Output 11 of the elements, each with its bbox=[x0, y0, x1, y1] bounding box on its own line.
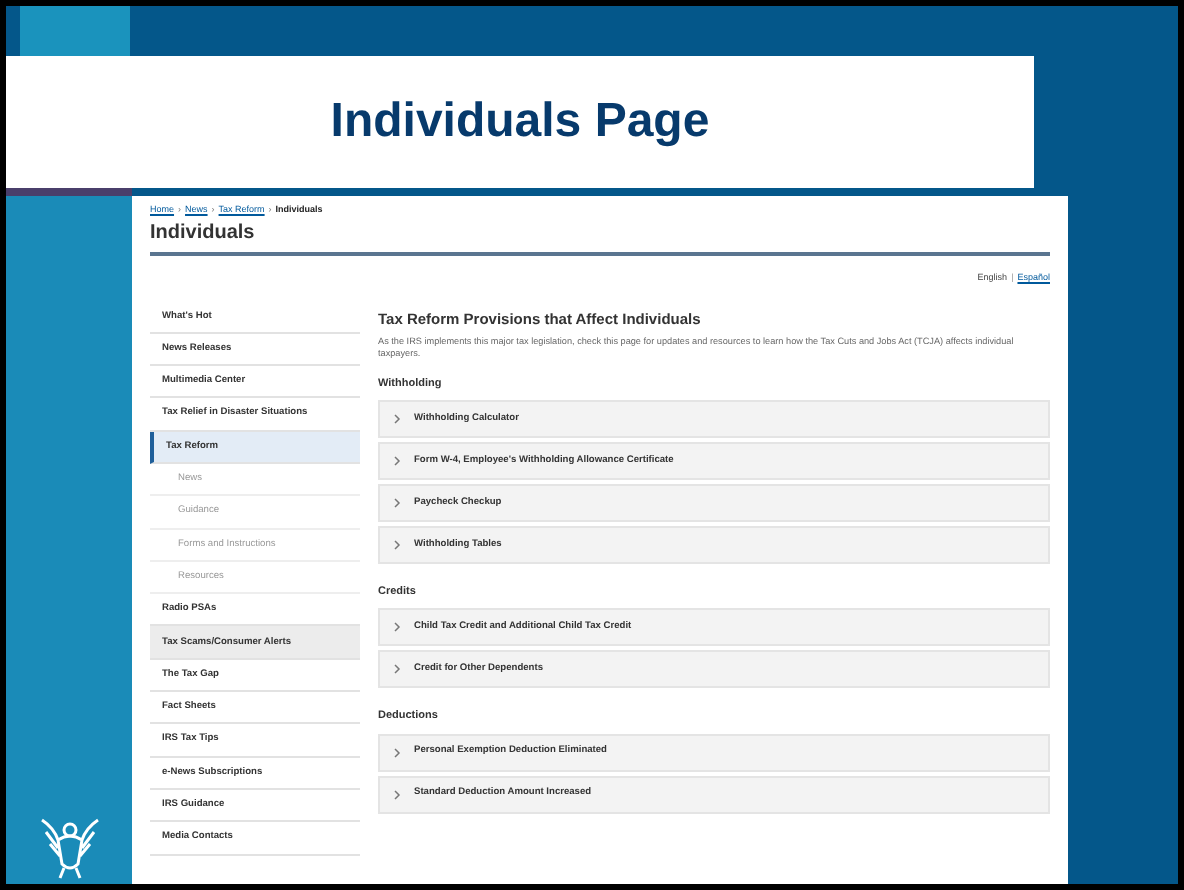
chevron-right-icon bbox=[392, 622, 402, 633]
chevron-right-icon bbox=[392, 456, 402, 466]
chevron-right-icon bbox=[392, 498, 402, 508]
page-heading: Individuals bbox=[150, 223, 257, 244]
slide-title: Individuals Page bbox=[330, 92, 710, 152]
accent-square bbox=[20, 6, 130, 56]
chevron-right-icon bbox=[392, 789, 402, 799]
chevron-right-icon bbox=[392, 414, 402, 424]
chevron-right-icon bbox=[392, 540, 402, 550]
chevron-right-icon bbox=[392, 664, 402, 675]
chevron-right-icon bbox=[392, 747, 402, 757]
